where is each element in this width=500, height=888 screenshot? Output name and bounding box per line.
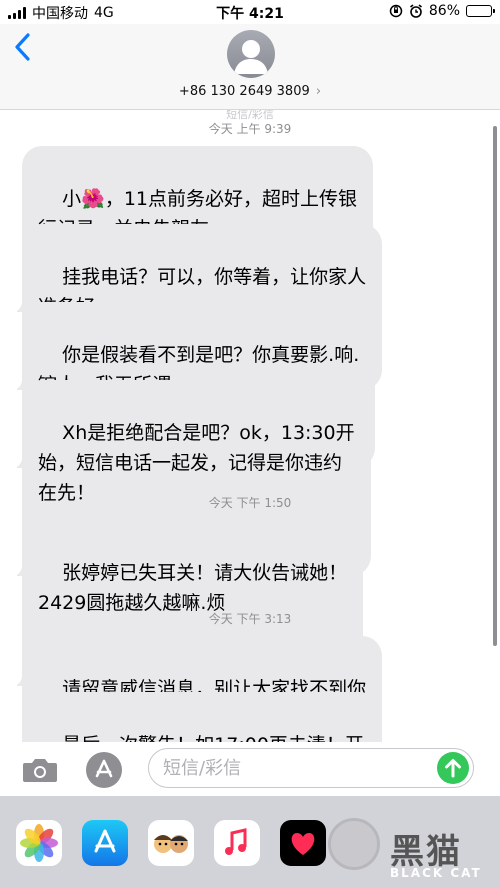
app-store-a-icon <box>94 829 116 853</box>
camera-icon[interactable] <box>22 757 58 783</box>
message-text: 张婷婷已失耳关！请大伙告诫她！ 2429圆拖越久越嘛.烦 <box>38 562 348 614</box>
timestamp: 今天 下午 3:13 <box>208 612 292 626</box>
photos-flower-icon <box>20 824 58 862</box>
message-text: Xh是拒绝配合是吧？ok，13:30开 始，短信电话一起发，记得是你违约 在先！ <box>38 422 355 504</box>
send-button[interactable] <box>437 752 469 784</box>
contact-number-button[interactable]: +86 130 2649 3809 › <box>0 84 500 99</box>
timestamp: 今天 上午 9:39 <box>208 122 292 136</box>
person-silhouette-icon <box>234 40 268 74</box>
timestamp: 今天 下午 1:50 <box>208 496 292 510</box>
photos-app-icon[interactable] <box>16 820 62 866</box>
scrollbar[interactable] <box>493 126 497 646</box>
apps-button[interactable] <box>86 752 122 788</box>
message-thread[interactable]: 短信/彩信 今天 上午 9:39 小🌺，11点前务必好，超时上传银 行记录，并电… <box>0 110 500 742</box>
memoji-faces-icon <box>154 835 188 853</box>
battery-percent: 86% <box>428 3 460 19</box>
alarm-clock-icon <box>409 4 422 18</box>
app-drawer: 黑猫 BLACK CAT <box>0 796 500 888</box>
conversation-header: +86 130 2649 3809 › <box>0 24 500 110</box>
watermark-subtext: BLACK CAT <box>390 866 482 880</box>
back-chevron-icon[interactable] <box>12 32 34 62</box>
music-note-icon <box>225 828 247 855</box>
status-bar: 中国移动 4G 下午 4:21 86% <box>0 0 500 24</box>
app-store-icon[interactable] <box>82 820 128 866</box>
battery-icon <box>466 5 495 17</box>
message-input[interactable] <box>163 755 433 781</box>
heart-app-icon[interactable] <box>280 820 326 866</box>
message-bubble[interactable]: 最后一次警告！如17:00再未清！开 始新流程，没必要闹大！ <box>22 692 380 742</box>
chevron-right-icon: › <box>315 84 322 99</box>
watermark-logo: 黑猫 BLACK CAT <box>328 816 488 882</box>
contact-avatar[interactable] <box>227 30 275 78</box>
orientation-lock-icon <box>389 4 403 18</box>
heart-icon <box>291 833 315 855</box>
message-text: 最后一次警告！如17:00再未清！开 始新流程，没必要闹大！ <box>38 734 364 742</box>
memoji-icon[interactable] <box>148 820 194 866</box>
music-icon[interactable] <box>214 820 260 866</box>
contact-number: +86 130 2649 3809 <box>178 84 310 99</box>
cat-logo-icon <box>328 818 380 870</box>
status-right: 86% <box>389 3 495 19</box>
app-store-glyph-icon <box>95 759 113 778</box>
compose-bar <box>0 742 500 796</box>
arrow-up-icon <box>445 759 461 778</box>
message-input-field[interactable] <box>148 748 474 788</box>
